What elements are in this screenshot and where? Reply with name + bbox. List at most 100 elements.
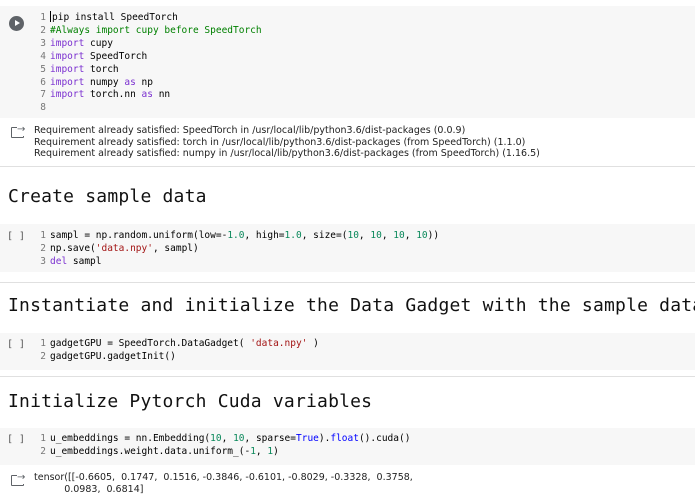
code-token: as: [124, 76, 136, 88]
code-token: 10: [210, 433, 222, 444]
line-number: 2: [40, 445, 46, 457]
code-token: import: [50, 89, 85, 101]
code-token: np: [135, 76, 153, 88]
code-line[interactable]: 8: [36, 102, 262, 115]
output-area-embed: tensor([[-0.6605, 0.1747, 0.1516, -0.384…: [0, 466, 695, 494]
code-cell-gadget[interactable]: [ ] 1 gadgetGPU = SpeedTorch.DataGadget( …: [0, 333, 695, 370]
code-token: np.save(: [50, 242, 96, 254]
line-number: 7: [40, 89, 46, 101]
code-line[interactable]: 1 u_embeddings = nn.Embedding(10, 10, spa…: [36, 433, 410, 446]
code-token: float: [330, 433, 359, 444]
output-text-embed: tensor([[-0.6605, 0.1747, 0.1516, -0.384…: [34, 472, 413, 494]
code-cell-sample[interactable]: [ ] 1 sampl = np.random.uniform(low=-1.0,…: [0, 224, 695, 272]
code-token: SpeedTorch: [84, 50, 148, 62]
code-token: 'data.npy': [250, 338, 308, 349]
code-token: as: [141, 89, 153, 101]
code-editor-embed[interactable]: 1 u_embeddings = nn.Embedding(10, 10, spa…: [36, 433, 410, 459]
code-token: , size=(: [301, 230, 348, 241]
code-token: , sampl): [152, 242, 199, 254]
line-number: 2: [40, 24, 46, 36]
code-token: cupy: [84, 37, 113, 49]
execution-count-label: [ ]: [7, 434, 26, 445]
line-number: 1: [40, 230, 46, 241]
code-token: sampl: [67, 255, 102, 267]
code-editor-sample[interactable]: 1 sampl = np.random.uniform(low=-1.0, hig…: [36, 230, 439, 269]
code-token: #Always import cupy before SpeedTorch: [50, 24, 262, 36]
code-token: 1.0: [227, 230, 245, 241]
code-token: ().cuda(): [358, 433, 411, 444]
code-line[interactable]: 2 gadgetGPU.gadgetInit(): [36, 351, 319, 364]
section-heading-sample: Create sample data: [8, 186, 207, 207]
execution-count-label: [ ]: [7, 339, 26, 350]
line-number: 3: [40, 255, 46, 267]
output-icon[interactable]: [11, 472, 26, 486]
code-token: 'data.npy': [95, 242, 153, 254]
code-token: pip install SpeedTorch: [52, 12, 178, 23]
code-token: torch: [84, 63, 119, 75]
code-token: ): [307, 338, 319, 349]
output-area-install: Requirement already satisfied: SpeedTorc…: [0, 118, 695, 162]
code-token: ).: [318, 433, 331, 444]
code-line[interactable]: 3 del sampl: [36, 256, 439, 269]
code-token: del: [50, 255, 68, 267]
line-number: 2: [40, 242, 46, 254]
line-number: 4: [40, 50, 46, 62]
code-line[interactable]: 2 u_embeddings.weight.data.uniform_(-1, 1…: [36, 446, 410, 459]
line-number: 1: [40, 338, 46, 349]
code-token: True: [296, 433, 319, 444]
code-line[interactable]: 6 import numpy as np: [36, 77, 262, 90]
code-token: import: [50, 37, 85, 49]
code-line[interactable]: 2 np.save('data.npy', sampl): [36, 243, 439, 256]
line-number: 2: [40, 350, 46, 362]
line-number: 3: [40, 37, 46, 49]
code-token: import: [50, 63, 85, 75]
code-cell-embed[interactable]: [ ] 1 u_embeddings = nn.Embedding(10, 10,…: [0, 428, 695, 465]
code-line[interactable]: 1 gadgetGPU = SpeedTorch.DataGadget( 'dat…: [36, 338, 319, 351]
cell-divider: [0, 376, 695, 377]
output-icon[interactable]: [11, 124, 26, 138]
code-token: import: [50, 76, 85, 88]
cell-divider: [0, 282, 695, 283]
code-token: torch.nn: [84, 89, 142, 101]
code-token: import: [50, 50, 85, 62]
line-number: 6: [40, 76, 46, 88]
code-token: 10: [347, 230, 359, 241]
code-editor-gadget[interactable]: 1 gadgetGPU = SpeedTorch.DataGadget( 'dat…: [36, 338, 319, 364]
code-line[interactable]: 1 pip install SpeedTorch: [36, 11, 262, 25]
code-line[interactable]: 5 import torch: [36, 64, 262, 77]
code-token: gadgetGPU = SpeedTorch.DataGadget(: [50, 338, 251, 349]
code-token: nn: [152, 89, 171, 101]
code-line[interactable]: 1 sampl = np.random.uniform(low=-1.0, hig…: [36, 230, 439, 243]
code-token: ,: [358, 230, 371, 241]
code-token: 10: [370, 230, 382, 241]
section-heading-gadget: Instantiate and initialize the Data Gadg…: [8, 295, 695, 316]
code-token: 10: [416, 230, 428, 241]
line-number: 8: [40, 102, 46, 114]
code-token: sampl = np.random.uniform(low=-: [50, 230, 228, 241]
code-line[interactable]: 3 import cupy: [36, 38, 262, 51]
code-cell-install[interactable]: 1 pip install SpeedTorch 2 #Always import c…: [0, 6, 695, 118]
text-cursor: [50, 11, 51, 22]
code-token: u_embeddings = nn.Embedding(: [50, 433, 211, 444]
code-line[interactable]: 7 import torch.nn as nn: [36, 89, 262, 102]
code-token: ,: [381, 230, 394, 241]
code-token: gadgetGPU.gadgetInit(): [50, 350, 176, 362]
code-token: , sparse=: [244, 433, 296, 444]
code-token: )): [427, 230, 440, 241]
code-line[interactable]: 2 #Always import cupy before SpeedTorch: [36, 24, 262, 38]
code-token: ,: [255, 445, 268, 457]
code-line[interactable]: 4 import SpeedTorch: [36, 51, 262, 64]
code-token: ): [273, 445, 279, 457]
code-token: 10: [233, 433, 245, 444]
section-heading-cuda: Initialize Pytorch Cuda variables: [8, 391, 373, 412]
code-token: 10: [393, 230, 405, 241]
code-token: ,: [221, 433, 234, 444]
code-editor-install[interactable]: 1 pip install SpeedTorch 2 #Always import c…: [36, 11, 262, 115]
output-text-install: Requirement already satisfied: SpeedTorc…: [34, 125, 540, 160]
line-number: 1: [40, 433, 46, 444]
code-token: ,: [404, 230, 417, 241]
run-cell-button[interactable]: [9, 16, 24, 31]
code-token: , high=: [244, 230, 285, 241]
line-number: 5: [40, 63, 46, 75]
code-token: 1.0: [284, 230, 302, 241]
